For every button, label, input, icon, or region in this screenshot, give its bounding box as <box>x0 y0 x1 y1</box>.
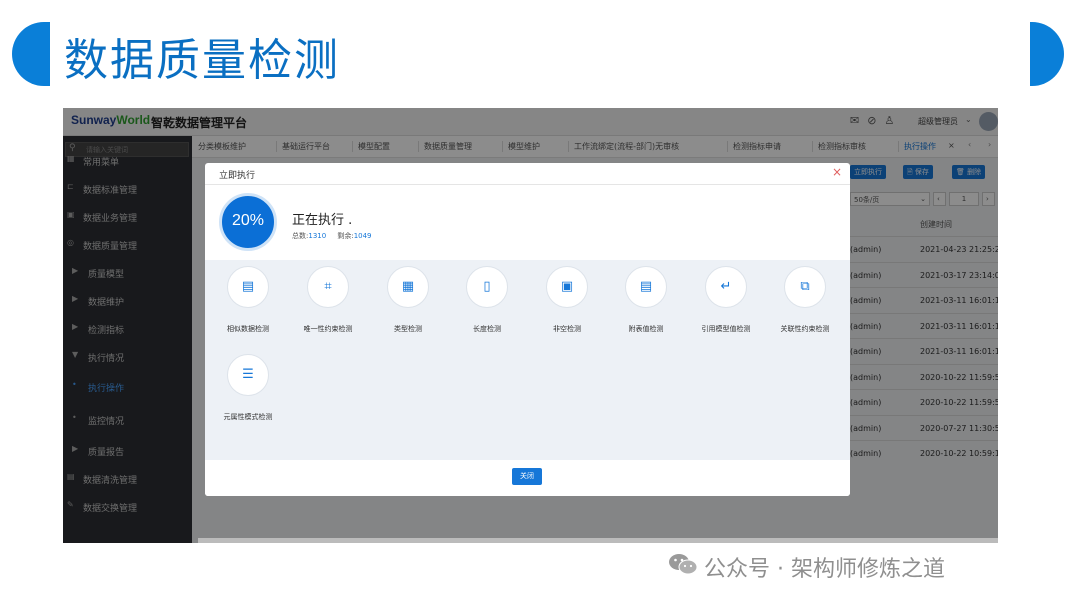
right-accent-shape <box>1030 22 1064 86</box>
check-item-label: 引用模型值检测 <box>701 325 751 333</box>
horizontal-scrollbar[interactable] <box>198 538 998 543</box>
execute-dialog: 立即执行 × 20% 正在执行 . 总数:1310 剩余:1049 ▤ 相似数据检… <box>205 163 850 496</box>
type-check-icon[interactable]: ▦ <box>387 266 429 308</box>
length-check-icon[interactable]: ▯ <box>466 266 508 308</box>
check-item-label: 附表值检测 <box>628 325 664 333</box>
check-item[interactable]: ⌗ 唯一性约束检测 <box>287 260 367 345</box>
check-item-label: 非空检测 <box>553 325 581 333</box>
progress-circle: 20% <box>219 193 277 251</box>
check-item[interactable]: ☰ 元属性模式检测 <box>207 348 287 433</box>
dialog-footer: 关闭 <box>205 460 850 496</box>
slide-title: 数据质量检测 <box>64 35 340 86</box>
app-screenshot: SunwayWorld 智乾数据管理平台 ✉ ⊘ ♙ 超级管理员 ⌄ ⚲ 请输入… <box>63 108 998 543</box>
execution-status: 正在执行 . <box>292 213 353 228</box>
metadata-pattern-icon[interactable]: ☰ <box>227 354 269 396</box>
check-item-label: 相似数据检测 <box>227 325 269 333</box>
close-icon[interactable]: × <box>832 166 842 178</box>
left-accent-shape <box>12 22 50 86</box>
similar-data-icon[interactable]: ▤ <box>227 266 269 308</box>
check-item-label: 唯一性约束检测 <box>303 325 353 333</box>
slide: 数据质量检测 SunwayWorld 智乾数据管理平台 ✉ ⊘ ♙ 超级管理员 … <box>0 0 1080 608</box>
close-button[interactable]: 关闭 <box>512 468 542 485</box>
check-item[interactable]: ⧉ 关联性约束检测 <box>764 260 844 345</box>
dialog-header: 立即执行 × <box>205 163 850 185</box>
unique-constraint-icon[interactable]: ⌗ <box>307 266 349 308</box>
relation-constraint-icon[interactable]: ⧉ <box>784 266 826 308</box>
check-item[interactable]: ▣ 非空检测 <box>526 260 606 345</box>
check-item-label: 元属性模式检测 <box>223 413 273 421</box>
check-list: ▤ 相似数据检测 ⌗ 唯一性约束检测 ▦ 类型检测 ▯ 长度检测 ▣ 非空检测 ▤ 附表值检测 ↵ 引用模… <box>205 260 850 460</box>
check-item[interactable]: ↵ 引用模型值检测 <box>685 260 765 345</box>
check-item-label: 类型检测 <box>394 325 422 333</box>
check-item-label: 长度检测 <box>473 325 501 333</box>
check-item[interactable]: ▦ 类型检测 <box>367 260 447 345</box>
check-item[interactable]: ▤ 相似数据检测 <box>207 260 287 345</box>
not-null-icon[interactable]: ▣ <box>546 266 588 308</box>
progress-counts: 总数:1310 剩余:1049 <box>292 232 372 240</box>
progress-percent: 20% <box>231 212 265 229</box>
reference-model-icon[interactable]: ↵ <box>705 266 747 308</box>
check-item-label: 关联性约束检测 <box>780 325 830 333</box>
dialog-title: 立即执行 <box>219 171 256 181</box>
attached-table-icon[interactable]: ▤ <box>625 266 667 308</box>
wechat-icon <box>669 554 698 575</box>
check-item[interactable]: ▯ 长度检测 <box>446 260 526 345</box>
check-item[interactable]: ▤ 附表值检测 <box>605 260 685 345</box>
watermark-text: 公众号 · 架构师修炼之道 <box>704 557 945 582</box>
